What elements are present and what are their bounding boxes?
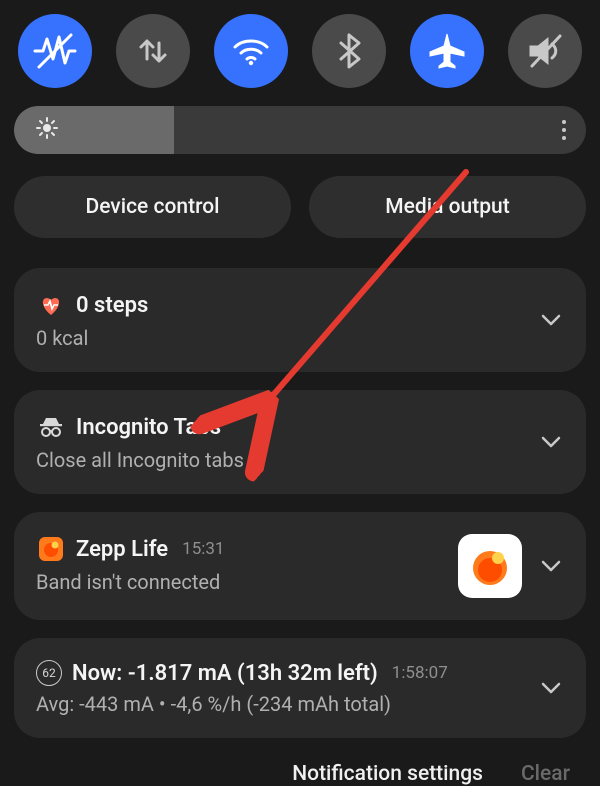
qs-vitals-toggle[interactable] [18, 14, 92, 88]
media-output-button[interactable]: Media output [309, 176, 586, 238]
incognito-icon [36, 412, 66, 442]
notification-subtitle: Band isn't connected [36, 570, 458, 594]
chevron-down-icon[interactable] [540, 681, 562, 695]
brightness-sun-icon [36, 117, 58, 143]
heart-icon [36, 290, 66, 320]
wifi-icon [229, 29, 273, 73]
chevron-down-icon[interactable] [540, 435, 562, 449]
notification-subtitle: Close all Incognito tabs [36, 448, 540, 472]
notification-battery[interactable]: 62 Now: -1.817 mA (13h 32m left) 1:58:07… [14, 638, 586, 738]
battery-badge-icon: 62 [36, 660, 62, 686]
notification-heart-monitor[interactable]: 0 steps 0 kcal [14, 268, 586, 372]
chevron-down-icon[interactable] [540, 313, 562, 327]
qs-mute-toggle[interactable] [508, 14, 582, 88]
chevron-down-icon[interactable] [540, 559, 562, 573]
notification-subtitle: Avg: -443 mA • -4,6 %/h (-234 mAh total) [36, 692, 540, 716]
footer-row: Notification settings Clear [14, 750, 586, 786]
quick-settings-row [14, 8, 586, 106]
notification-title: Zepp Life [76, 537, 168, 562]
sound-mute-icon [524, 30, 566, 72]
notification-zepp-life[interactable]: Zepp Life 15:31 Band isn't connected [14, 512, 586, 620]
notification-time: 1:58:07 [392, 663, 448, 683]
qs-wifi-toggle[interactable] [214, 14, 288, 88]
notification-title: Now: -1.817 mA (13h 32m left) [72, 661, 378, 686]
device-control-button[interactable]: Device control [14, 176, 291, 238]
brightness-slider[interactable] [14, 106, 586, 154]
airplane-icon [426, 30, 468, 72]
data-swap-icon [133, 31, 173, 71]
notification-title: Incognito Tabs [76, 415, 221, 440]
qs-airplane-toggle[interactable] [410, 14, 484, 88]
zepp-app-icon [36, 534, 66, 564]
notification-settings-link[interactable]: Notification settings [292, 762, 483, 786]
notification-subtitle: 0 kcal [36, 326, 540, 350]
brightness-more-icon[interactable] [562, 120, 566, 140]
shortcut-pills: Device control Media output [14, 176, 586, 238]
notification-incognito[interactable]: Incognito Tabs Close all Incognito tabs [14, 390, 586, 494]
zepp-thumbnail-icon [458, 534, 522, 598]
bluetooth-icon [329, 31, 369, 71]
vitals-zigzag-icon [33, 29, 77, 73]
qs-mobiledata-toggle[interactable] [116, 14, 190, 88]
notification-title: 0 steps [76, 293, 148, 318]
clear-all-link[interactable]: Clear [521, 762, 570, 786]
notification-time: 15:31 [182, 539, 224, 559]
qs-bluetooth-toggle[interactable] [312, 14, 386, 88]
